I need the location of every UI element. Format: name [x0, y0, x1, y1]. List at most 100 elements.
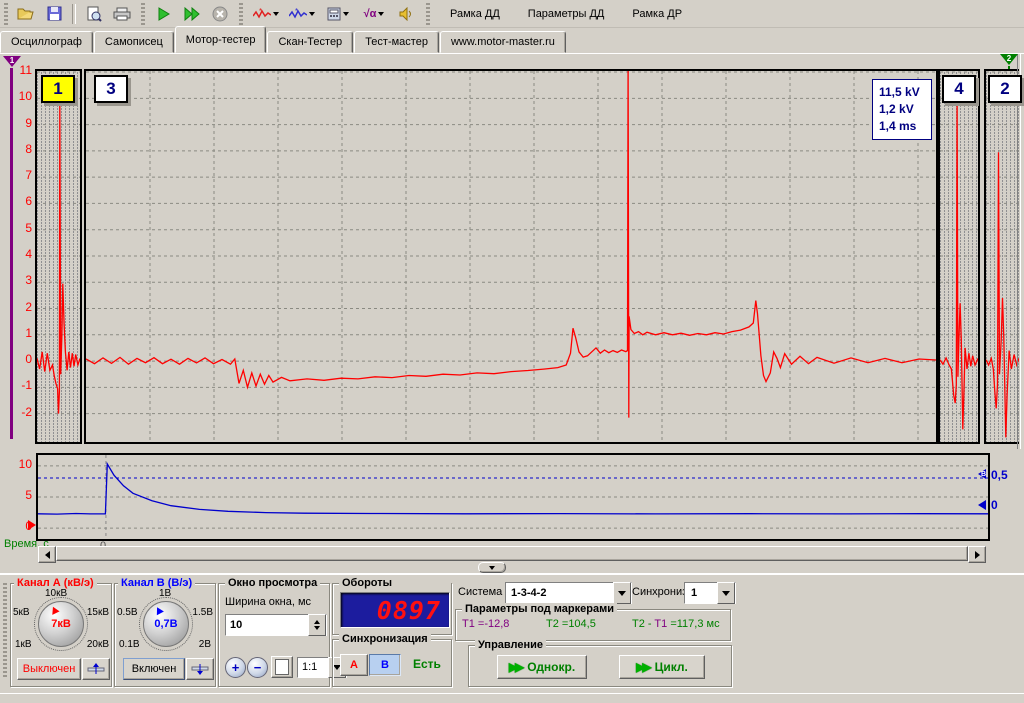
motor-tester-app: { "toolbar": { "menu_items": [ {"label":… [0, 0, 1024, 702]
channel-b-level-button[interactable] [186, 658, 214, 680]
tab-oscillograph[interactable]: Осциллограф [0, 31, 93, 53]
tab-motor-master-site[interactable]: www.motor-master.ru [440, 31, 566, 53]
panel-edge [1017, 54, 1021, 449]
channel-a-scale-1: 1кВ [15, 639, 32, 650]
window-width-spinner[interactable]: 10 [225, 614, 327, 636]
system-combo[interactable]: 1-3-4-2 [505, 582, 632, 604]
combo-arrow-button[interactable] [717, 582, 735, 604]
channel-b-zero-marker-icon[interactable] [978, 500, 986, 510]
channel-b-range-knob[interactable]: 0,7В [143, 601, 189, 647]
toolbar-drag-handle[interactable] [4, 3, 8, 25]
svg-text:*: * [259, 8, 262, 16]
menu-ramka-dr[interactable]: Рамка ДР [622, 4, 692, 24]
rpm-led-display: 0897 [340, 592, 450, 628]
tab-motor-tester[interactable]: Мотор-тестер [175, 26, 267, 53]
print-button[interactable] [109, 2, 135, 26]
folder-icon [17, 7, 35, 21]
toolbar-drag-handle[interactable] [239, 3, 243, 25]
rpm-group: Обороты двигателя 0897 [332, 583, 452, 635]
toolbar-drag-handle[interactable] [141, 3, 145, 25]
single-run-button[interactable]: ▶▶ Однокр. [497, 655, 587, 679]
marker-2-flag[interactable]: 2 [1000, 54, 1018, 65]
channel-a-state-button[interactable]: Выключен [17, 658, 81, 680]
main-chart-panel: 1 2 11109876543210-1-2 1 3 4 2 11,5 kV 1… [0, 53, 1024, 566]
timeline-chart[interactable] [36, 453, 990, 541]
channel-a-range-knob[interactable]: 7кВ [38, 601, 84, 647]
double-play-icon: ▶▶ [636, 660, 648, 674]
spin-up-icon [314, 620, 320, 624]
cylinder-3-waveform [86, 71, 936, 442]
menu-parametry-dd[interactable]: Параметры ДД [518, 4, 615, 24]
scroll-left-button[interactable] [38, 546, 56, 563]
cylinder-label-2: 2 [988, 75, 1022, 103]
sync-channel-a-button[interactable]: А [340, 654, 368, 676]
sync-channel-b-button[interactable]: В [369, 654, 401, 676]
menu-ramka-dd[interactable]: Рамка ДД [440, 4, 510, 24]
system-value: 1-3-4-2 [511, 587, 546, 599]
combo-arrow-button[interactable] [613, 582, 631, 604]
red-waveform-icon: * [253, 8, 271, 20]
toolbar-drag-handle[interactable] [426, 3, 430, 25]
zoom-in-button[interactable]: + [225, 657, 246, 678]
dropdown-arrow-icon [343, 12, 349, 16]
window-width-label: Ширина окна, мс [225, 596, 311, 608]
level-down-icon [191, 663, 209, 675]
panel-drag-handle[interactable] [3, 583, 7, 679]
scroll-right-button[interactable] [968, 546, 986, 563]
channel-b-zero-label: 0 [991, 498, 998, 512]
zoom-out-button[interactable]: − [247, 657, 268, 678]
sync-num-combo[interactable]: 1 [684, 582, 736, 604]
collapse-panel-button[interactable] [478, 562, 506, 573]
scrollbar-thumb[interactable] [56, 546, 968, 561]
print-preview-icon [86, 6, 102, 22]
speaker-icon [399, 7, 413, 21]
toolbar: * * √α Рамка ДД Параметры ДД Рамка ДР [0, 0, 1024, 28]
cylinder-segment-2[interactable]: 2 [984, 69, 1019, 444]
marker-1-line[interactable] [10, 68, 13, 439]
channel-a-range-value: 7кВ [39, 602, 83, 646]
cylinder-1-waveform [37, 71, 80, 442]
sound-button[interactable] [393, 2, 419, 26]
print-preview-button[interactable] [81, 2, 107, 26]
tab-test-master[interactable]: Тест-мастер [354, 31, 439, 53]
channel-a-group: Канал А (кВ/э) 10кВ 5кВ 15кВ 1кВ 20кВ 7к… [10, 583, 112, 687]
channel-b-state-button[interactable]: Включен [123, 658, 185, 680]
single-run-label: Однокр. [527, 660, 575, 674]
cylinder-label-3: 3 [94, 75, 128, 103]
channel-a-signal-button[interactable]: * [249, 2, 283, 26]
start-cycle-button[interactable] [179, 2, 205, 26]
channel-b-signal-button[interactable]: * [285, 2, 319, 26]
zero-level-arrow-icon[interactable] [28, 520, 36, 530]
channel-a-level-button[interactable] [82, 658, 110, 680]
cylinder-label-4: 4 [942, 75, 976, 103]
t2-value: T2 =104,5 [546, 618, 632, 630]
sync-status: Есть [413, 657, 441, 671]
tab-recorder[interactable]: Самописец [94, 31, 174, 53]
kv-tick-label: 0 [25, 352, 32, 366]
math-functions-button[interactable]: √α [357, 2, 391, 26]
save-button[interactable] [41, 2, 67, 26]
marker-params-title: Параметры под маркерами [462, 603, 617, 615]
start-button[interactable] [151, 2, 177, 26]
tab-scan-tester[interactable]: Скан-Тестер [267, 31, 353, 53]
spinner-buttons[interactable] [308, 614, 326, 636]
system-label: Система [458, 586, 502, 598]
channel-b-scale-2: 2В [199, 639, 211, 650]
cylinder-segment-4[interactable]: 4 [938, 69, 980, 444]
stop-button[interactable] [207, 2, 233, 26]
timeline-scrollbar[interactable] [38, 546, 986, 561]
blue-waveform-icon: * [289, 8, 307, 20]
threshold-value-label: 0,5 [991, 468, 1008, 482]
open-file-button[interactable] [13, 2, 39, 26]
timeline-waveform [38, 455, 988, 539]
marker-1-flag[interactable]: 1 [3, 56, 21, 67]
new-page-button[interactable] [271, 656, 293, 678]
calculator-button[interactable] [321, 2, 355, 26]
timeline-tick-label: 10 [19, 457, 32, 471]
plus-icon: + [232, 660, 240, 675]
cylinder-segment-1[interactable]: 1 [35, 69, 82, 444]
cycle-run-button[interactable]: ▶▶ Цикл. [619, 655, 705, 679]
burn-time-value: 1,4 ms [879, 118, 925, 135]
cylinder-segment-3[interactable]: 3 [84, 69, 938, 444]
cylinder-2-waveform [986, 71, 1019, 442]
